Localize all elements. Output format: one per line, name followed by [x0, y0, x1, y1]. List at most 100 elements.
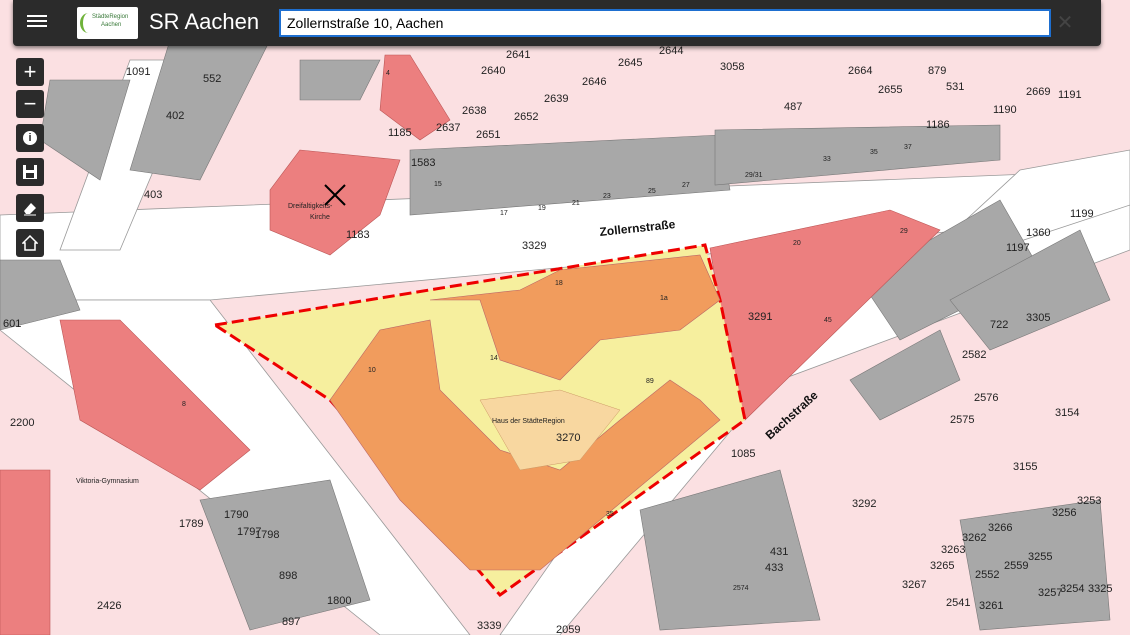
parcel-label: 531	[946, 81, 964, 93]
parcel-label: 3270	[556, 432, 580, 444]
parcel-label: 2559	[1004, 560, 1028, 572]
logo: StädteRegion Aachen	[77, 7, 138, 39]
parcel-label: 403	[144, 189, 162, 201]
parcel-label: 2640	[481, 65, 505, 77]
plus-icon: +	[23, 59, 37, 84]
place-label-haus: Haus der StädteRegion	[492, 418, 565, 425]
house-number: 21	[572, 200, 580, 207]
place-label-gymnasium: Viktoria-Gymnasium	[76, 478, 139, 485]
parcel-label: 1191	[1058, 89, 1082, 101]
parcel-label: 3261	[979, 600, 1003, 612]
parcel-label: 1790	[224, 509, 248, 521]
parcel-label: 601	[3, 318, 21, 330]
parcel-label: 2644	[659, 45, 683, 57]
parcel-label: 2200	[10, 417, 34, 429]
parcel-label: 2576	[974, 392, 998, 404]
parcel-label: 3329	[522, 240, 546, 252]
house-number: 17	[500, 210, 508, 217]
home-button[interactable]	[16, 229, 44, 257]
house-number: 37	[904, 144, 912, 151]
app-title: SR Aachen	[149, 9, 260, 34]
house-number: 33	[823, 156, 831, 163]
parcel-label: 1583	[411, 157, 435, 169]
zoom-out-button[interactable]: −	[16, 90, 44, 118]
house-number: 35	[606, 511, 614, 518]
parcel-label: 879	[928, 65, 946, 77]
house-number: 1a	[660, 295, 668, 302]
parcel-label: 898	[279, 570, 297, 582]
parcel-label: 3058	[720, 61, 744, 73]
house-number: 10	[368, 367, 376, 374]
parcel-label: 3265	[930, 560, 954, 572]
parcel-label: 2645	[618, 57, 642, 69]
erase-button[interactable]	[16, 194, 44, 222]
house-number: 45	[824, 317, 832, 324]
parcel-label: 3154	[1055, 407, 1079, 419]
parcel-label: 3291	[748, 311, 772, 323]
parcel-label: 487	[784, 101, 802, 113]
save-button[interactable]	[16, 158, 44, 186]
parcel-label: 2637	[436, 122, 460, 134]
parcel-label: 2669	[1026, 86, 1050, 98]
save-icon	[23, 165, 37, 179]
parcel-label: 3254	[1060, 583, 1084, 595]
minus-icon: −	[23, 91, 37, 116]
parcel-label: 722	[990, 319, 1008, 331]
house-number: 4	[386, 70, 390, 77]
parcel-label: 1197	[1006, 242, 1030, 254]
parcel-label: 2552	[975, 569, 999, 581]
parcel-label: 3267	[902, 579, 926, 591]
eraser-icon	[24, 203, 36, 216]
house-number: 25	[648, 188, 656, 195]
place-label-church-2: Kirche	[310, 214, 330, 221]
menu-icon[interactable]	[27, 12, 47, 32]
house-number: 20	[793, 240, 801, 247]
parcel-label: 2639	[544, 93, 568, 105]
parcel-label: 3266	[988, 522, 1012, 534]
info-button[interactable]: i	[16, 124, 44, 152]
parcel-label: 552	[203, 73, 221, 85]
search-input[interactable]	[279, 9, 1051, 37]
clear-search-button[interactable]: ✕	[1053, 9, 1077, 37]
close-icon: ✕	[1056, 12, 1074, 34]
parcel-label: 3325	[1088, 583, 1112, 595]
house-number: 89	[646, 378, 654, 385]
parcel-label: 3255	[1028, 551, 1052, 563]
house-number: 29	[900, 228, 908, 235]
home-icon	[22, 235, 38, 251]
house-number: 15	[434, 181, 442, 188]
parcel-label: 2652	[514, 111, 538, 123]
house-number: 14	[490, 355, 498, 362]
parcel-label: 1085	[731, 448, 755, 460]
parcel-label: 2426	[97, 600, 121, 612]
parcel-label: 3305	[1026, 312, 1050, 324]
parcel-label: 431	[770, 546, 788, 558]
parcel-label: 2638	[462, 105, 486, 117]
parcel-label: 3256	[1052, 507, 1076, 519]
parcel-label: 2651	[476, 129, 500, 141]
parcel-label: 1183	[346, 229, 370, 241]
house-number: 35	[870, 149, 878, 156]
parcel-label: 1190	[993, 104, 1017, 116]
house-number: 18	[555, 280, 563, 287]
parcel-label: 433	[765, 562, 783, 574]
parcel-label: 2582	[962, 349, 986, 361]
zoom-in-button[interactable]: +	[16, 58, 44, 86]
parcel-label: 3292	[852, 498, 876, 510]
parcel-label: 2575	[950, 414, 974, 426]
info-icon: i	[23, 131, 37, 145]
parcel-label: 1797	[237, 526, 261, 538]
map-canvas[interactable]: Zollernstraße Bachstraße Dreifaltigkeits…	[0, 0, 1130, 635]
parcel-label: 1091	[126, 66, 150, 78]
parcel-label: 2059	[556, 624, 580, 635]
house-number: 23	[603, 193, 611, 200]
parcel-label: 897	[282, 616, 300, 628]
parcel-label: 2574	[733, 585, 749, 592]
parcel-label: 1789	[179, 518, 203, 530]
parcel-label: 1185	[388, 127, 412, 139]
parcel-label: 3262	[962, 532, 986, 544]
parcel-label: 402	[166, 110, 184, 122]
parcel-label: 3253	[1077, 495, 1101, 507]
parcel-label: 1186	[926, 119, 950, 131]
parcel-label: 3339	[477, 620, 501, 632]
